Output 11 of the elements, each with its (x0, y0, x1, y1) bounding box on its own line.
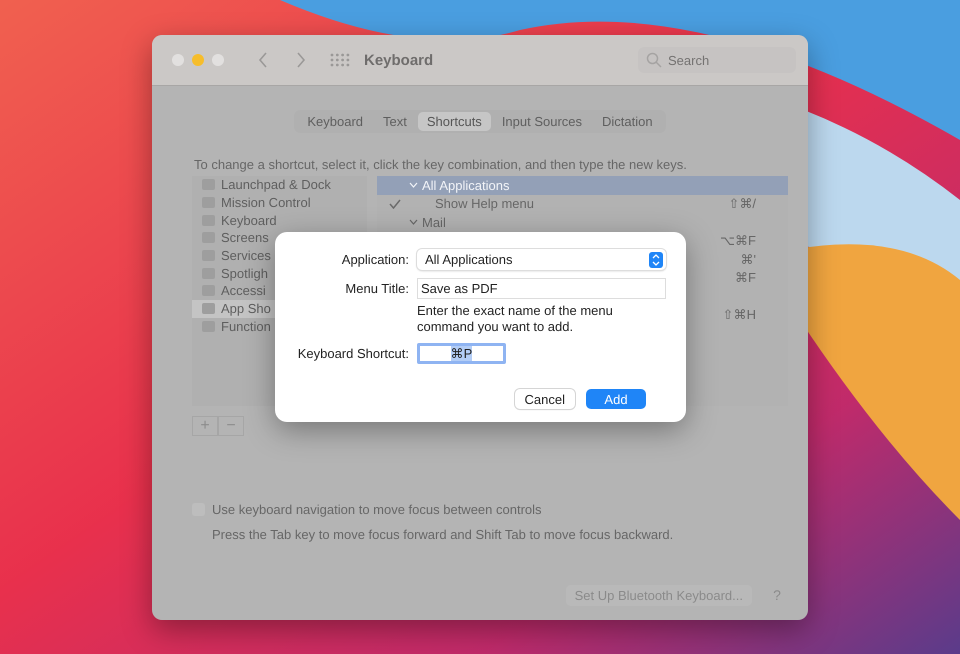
shortcut-label: Show Help menu (435, 196, 534, 212)
instruction-text: To change a shortcut, select it, click the key combination, and then type the new keys. (194, 157, 688, 172)
checkbox-label: Use keyboard navigation to move focus between controls (212, 502, 542, 517)
field-label: Keyboard Shortcut: (296, 346, 409, 361)
field-label: Menu Title: (344, 281, 409, 296)
group-label: All Applications (422, 178, 510, 193)
field-hint: Enter the exact name of the menu command you want to add. (417, 303, 614, 335)
hint-text: Press the Tab key to move focus forward and Shift Tab to move focus backward. (212, 527, 674, 542)
field-label: Application: (340, 252, 409, 267)
window-title: Keyboard (364, 52, 434, 68)
group-label: Mail (422, 214, 446, 230)
